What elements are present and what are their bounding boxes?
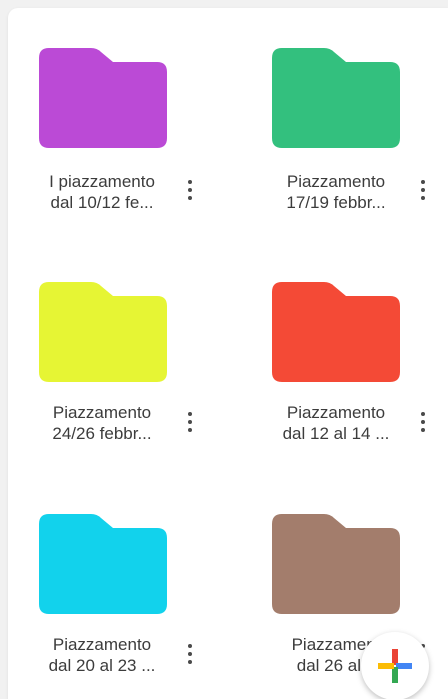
folder-icon[interactable]	[272, 514, 400, 614]
more-vert-icon[interactable]	[183, 408, 197, 436]
more-vert-icon[interactable]	[183, 640, 197, 668]
folder-name[interactable]: I piazzamento dal 10/12 fe...	[36, 171, 168, 213]
folder-name[interactable]: Piazzamento dal 12 al 14 ...	[270, 402, 402, 444]
new-item-button[interactable]	[361, 632, 429, 699]
folder-name[interactable]: Piazzamento dal 20 al 23 ...	[36, 634, 168, 676]
folder-name[interactable]: Piazzamento 17/19 febbr...	[270, 171, 402, 213]
more-vert-icon[interactable]	[183, 176, 197, 204]
more-vert-icon[interactable]	[416, 408, 430, 436]
more-vert-icon[interactable]	[416, 176, 430, 204]
folder-icon[interactable]	[39, 514, 167, 614]
folder-grid: I piazzamento dal 10/12 fe... Piazzamento…	[8, 8, 448, 699]
drive-screen: I piazzamento dal 10/12 fe... Piazzamento…	[0, 0, 448, 699]
folder-icon[interactable]	[39, 282, 167, 382]
folder-icon[interactable]	[272, 282, 400, 382]
plus-icon	[378, 649, 412, 683]
folder-icon[interactable]	[272, 48, 400, 148]
folder-name[interactable]: Piazzamento 24/26 febbr...	[36, 402, 168, 444]
folder-icon[interactable]	[39, 48, 167, 148]
